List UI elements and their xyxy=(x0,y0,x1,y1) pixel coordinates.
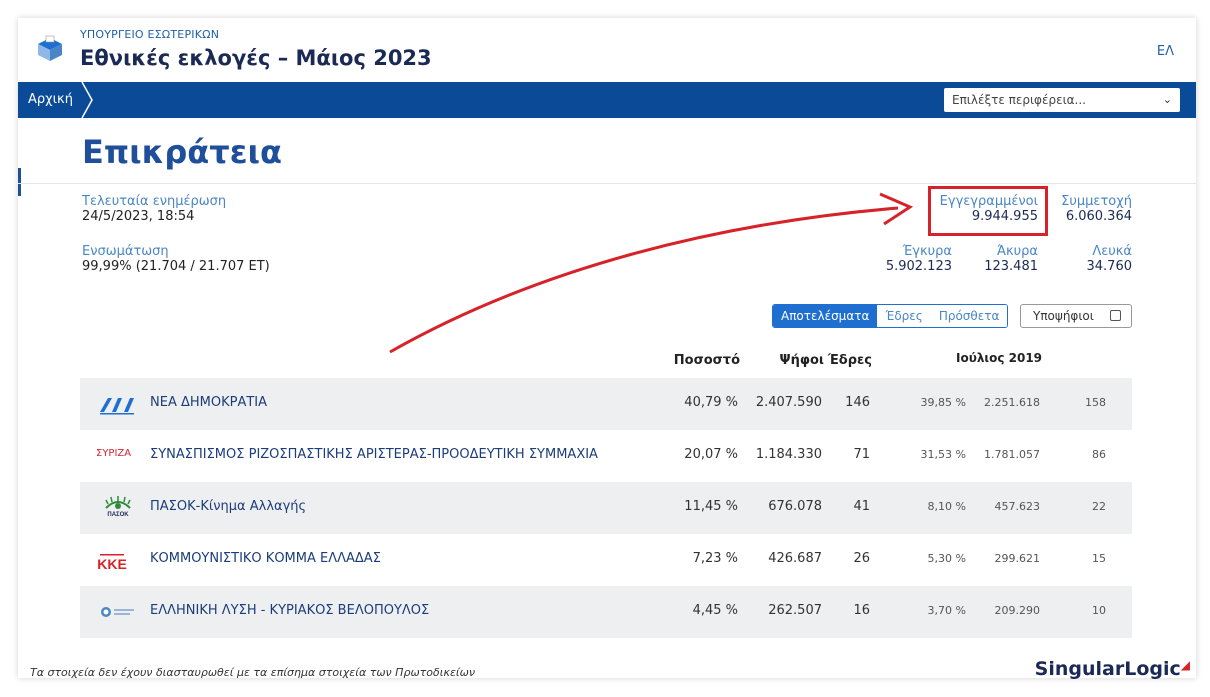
table-row[interactable]: ΕΛΛΗΝΙΚΗ ΛΥΣΗ - ΚΥΡΙΑΚΟΣ ΒΕΛΟΠΟΥΛΟΣ 4,45… xyxy=(80,586,1132,638)
integration-label: Ενσωμάτωση xyxy=(82,244,169,259)
percent-cell: 4,45 % xyxy=(692,603,738,618)
table-row[interactable]: ΚΚΕ ΚΟΜΜΟΥΝΙΣΤΙΚΟ ΚΟΜΜΑ ΕΛΛΑΔΑΣ 7,23 % 4… xyxy=(80,534,1132,586)
site-header: ΥΠΟΥΡΓΕΙΟ ΕΣΩΤΕΡΙΚΩΝ Εθνικές εκλογές – Μ… xyxy=(18,18,1196,82)
valid-value: 5.902.123 xyxy=(885,259,952,274)
page-title: Επικράτεια xyxy=(82,133,282,171)
last-update-block: Τελευταία ενημέρωση 24/5/2023, 18:54 xyxy=(82,194,226,224)
blank-block: Λευκά 34.760 xyxy=(1087,244,1133,274)
table-row[interactable]: ΣΥΡΙΖΑ ΣΥΝΑΣΠΙΣΜΟΣ ΡΙΖΟΣΠΑΣΤΙΚΗΣ ΑΡΙΣΤΕΡ… xyxy=(80,430,1132,482)
prev-seats-cell: 86 xyxy=(1092,448,1106,461)
invalid-label: Άκυρα xyxy=(996,244,1038,259)
last-update-value: 24/5/2023, 18:54 xyxy=(82,209,195,224)
registered-highlight-box xyxy=(928,186,1048,236)
party-name: ΣΥΝΑΣΠΙΣΜΟΣ ΡΙΖΟΣΠΑΣΤΙΚΗΣ ΑΡΙΣΤΕΡΑΣ-ΠΡΟΟ… xyxy=(150,447,598,462)
percent-cell: 40,79 % xyxy=(684,395,738,410)
candidates-toggle[interactable]: Υποψήφιοι xyxy=(1020,304,1132,328)
tab-results[interactable]: Αποτελέσματα xyxy=(773,305,878,327)
prev-seats-cell: 22 xyxy=(1092,500,1106,513)
candidates-label: Υποψήφιοι xyxy=(1033,309,1094,323)
votes-cell: 2.407.590 xyxy=(755,395,822,410)
table-row[interactable]: ΠΑΣΟΚ ΠΑΣΟΚ-Κίνημα Αλλαγής 11,45 % 676.0… xyxy=(80,482,1132,534)
prev-seats-cell: 10 xyxy=(1092,604,1106,617)
integration-block: Ενσωμάτωση 99,99% (21.704 / 21.707 ΕΤ) xyxy=(82,244,270,274)
svg-text:ΚΚΕ: ΚΚΕ xyxy=(97,556,127,572)
percent-cell: 20,07 % xyxy=(684,447,738,462)
nd-logo-icon xyxy=(100,398,134,415)
pasok-logo-icon: ΠΑΣΟΚ xyxy=(105,496,131,518)
prev-seats-cell: 15 xyxy=(1092,552,1106,565)
divider xyxy=(18,183,1196,184)
prev-votes-cell: 209.290 xyxy=(994,604,1041,617)
blank-value: 34.760 xyxy=(1086,259,1133,274)
votes-cell: 262.507 xyxy=(768,603,822,618)
site-title: Εθνικές εκλογές – Μάιος 2023 xyxy=(80,46,432,70)
votes-cell: 426.687 xyxy=(768,551,822,566)
breadcrumb-home[interactable]: Αρχική xyxy=(18,82,87,118)
seats-cell: 16 xyxy=(853,603,870,618)
prev-percent-cell: 5,30 % xyxy=(927,552,966,565)
invalid-value: 123.481 xyxy=(984,259,1038,274)
language-switch[interactable]: ΕΛ xyxy=(1157,44,1174,59)
column-header-seats: Έδρες xyxy=(827,353,872,368)
app-window: ΥΠΟΥΡΓΕΙΟ ΕΣΩΤΕΡΙΚΩΝ Εθνικές εκλογές – Μ… xyxy=(18,18,1196,678)
prev-votes-cell: 299.621 xyxy=(994,552,1041,565)
votes-cell: 1.184.330 xyxy=(755,447,822,462)
prev-percent-cell: 39,85 % xyxy=(920,396,966,409)
region-select[interactable]: Επιλέξτε περιφέρεια... ⌄ xyxy=(944,88,1180,112)
party-name: ΠΑΣΟΚ-Κίνημα Αλλαγής xyxy=(150,499,307,514)
kke-logo-icon: ΚΚΕ xyxy=(97,554,127,572)
column-header-previous: Ιούλιος 2019 xyxy=(956,351,1043,365)
prev-votes-cell: 1.781.057 xyxy=(984,448,1040,461)
turnout-block: Συμμετοχή 6.060.364 xyxy=(1061,194,1132,224)
brand-logo: SingularLogic◢ xyxy=(1035,658,1190,680)
valid-label: Έγκυρα xyxy=(902,244,952,259)
seats-cell: 26 xyxy=(853,551,870,566)
table-row[interactable]: ΝΕΑ ΔΗΜΟΚΡΑΤΙΑ 40,79 % 2.407.590 146 39,… xyxy=(80,378,1132,430)
turnout-value: 6.060.364 xyxy=(1065,209,1132,224)
seats-cell: 71 xyxy=(853,447,870,462)
prev-votes-cell: 457.623 xyxy=(994,500,1041,513)
integration-value: 99,99% (21.704 / 21.707 ΕΤ) xyxy=(82,259,270,274)
disclaimer-note: Τα στοιχεία δεν έχουν διασταυρωθεί με τα… xyxy=(30,666,475,679)
breadcrumb-chevron-icon xyxy=(81,82,93,118)
invalid-block: Άκυρα 123.481 xyxy=(984,244,1038,274)
percent-cell: 11,45 % xyxy=(684,499,738,514)
votes-cell: 676.078 xyxy=(768,499,822,514)
seats-cell: 146 xyxy=(845,395,870,410)
ministry-label: ΥΠΟΥΡΓΕΙΟ ΕΣΩΤΕΡΙΚΩΝ xyxy=(80,28,220,41)
tab-seats[interactable]: Έδρες xyxy=(877,305,931,327)
prev-seats-cell: 158 xyxy=(1085,396,1106,409)
ballot-box-icon xyxy=(38,35,62,61)
column-header-percent: Ποσοστό xyxy=(673,353,740,368)
column-header-votes: Ψήφοι xyxy=(779,353,824,368)
seats-cell: 41 xyxy=(853,499,870,514)
results-tabs: Αποτελέσματα Έδρες Πρόσθετα xyxy=(772,304,1009,328)
percent-cell: 7,23 % xyxy=(692,551,738,566)
scroll-marker xyxy=(18,168,21,196)
brand-name: SingularLogic xyxy=(1034,658,1181,680)
candidates-checkbox[interactable] xyxy=(1110,310,1121,321)
chevron-down-icon: ⌄ xyxy=(1162,93,1172,106)
valid-block: Έγκυρα 5.902.123 xyxy=(886,244,952,274)
prev-percent-cell: 3,70 % xyxy=(927,604,966,617)
brand-mark-icon: ◢ xyxy=(1180,658,1190,672)
party-name: ΕΛΛΗΝΙΚΗ ΛΥΣΗ - ΚΥΡΙΑΚΟΣ ΒΕΛΟΠΟΥΛΟΣ xyxy=(150,603,430,618)
svg-text:ΠΑΣΟΚ: ΠΑΣΟΚ xyxy=(107,512,129,518)
prev-votes-cell: 2.251.618 xyxy=(984,396,1040,409)
tab-extra[interactable]: Πρόσθετα xyxy=(930,305,1008,327)
party-name: ΚΟΜΜΟΥΝΙΣΤΙΚΟ ΚΟΜΜΑ ΕΛΛΑΔΑΣ xyxy=(150,551,381,566)
party-name: ΝΕΑ ΔΗΜΟΚΡΑΤΙΑ xyxy=(150,395,268,410)
prev-percent-cell: 8,10 % xyxy=(927,500,966,513)
region-select-value: Επιλέξτε περιφέρεια... xyxy=(952,93,1086,107)
syriza-logo-icon: ΣΥΡΙΖΑ xyxy=(96,448,132,459)
blank-label: Λευκά xyxy=(1092,244,1132,259)
turnout-label: Συμμετοχή xyxy=(1061,194,1132,209)
elliniki-lysi-logo-icon xyxy=(101,607,134,617)
navigation-bar: Αρχική Επιλέξτε περιφέρεια... ⌄ xyxy=(18,82,1196,118)
last-update-label: Τελευταία ενημέρωση xyxy=(82,194,227,209)
prev-percent-cell: 31,53 % xyxy=(920,448,966,461)
